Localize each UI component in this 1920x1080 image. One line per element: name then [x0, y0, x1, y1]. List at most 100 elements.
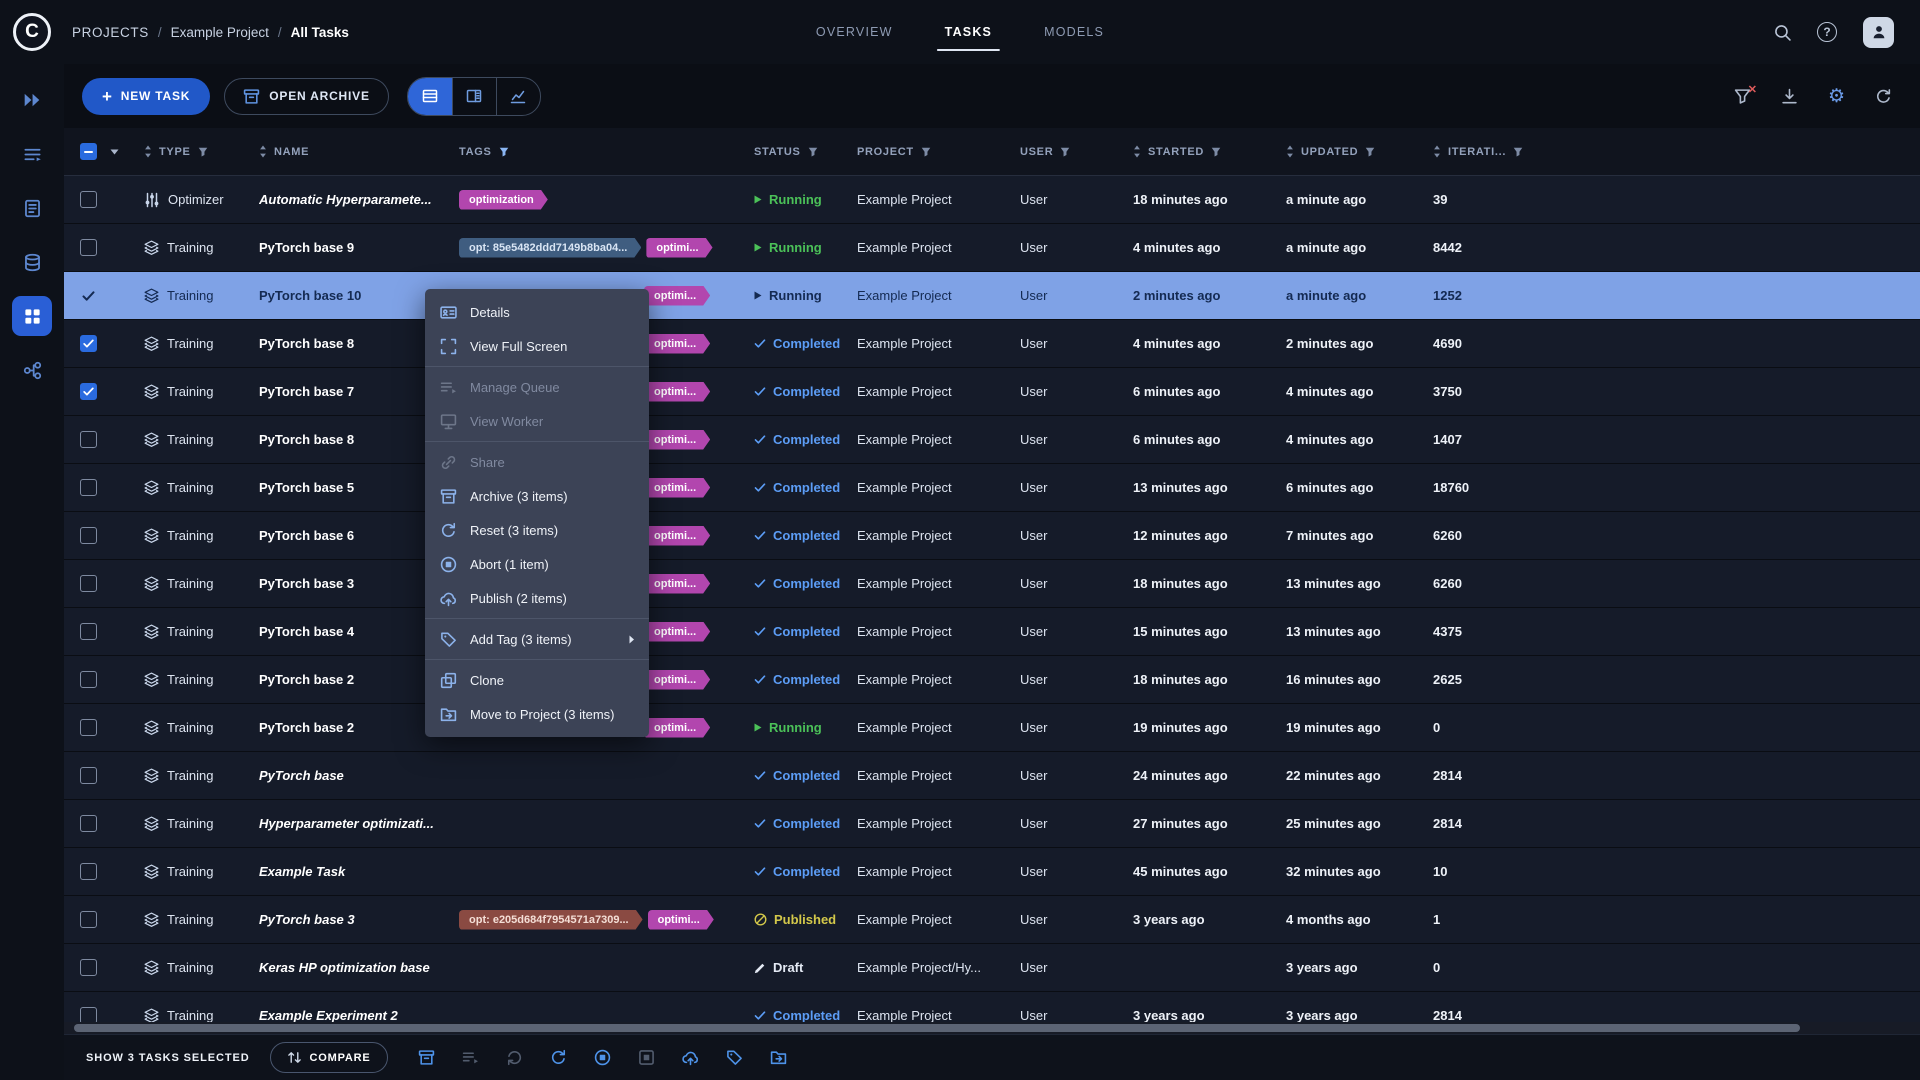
table-row[interactable]: OptimizerAutomatic Hyperparamete...optim…: [64, 176, 1920, 224]
column-header-tags[interactable]: TAGS: [459, 146, 754, 158]
row-checkbox[interactable]: [80, 959, 97, 976]
footer-action-publish[interactable]: [682, 1049, 699, 1066]
compare-button[interactable]: COMPARE: [270, 1042, 388, 1073]
breadcrumb-item-example-project[interactable]: Example Project: [171, 25, 269, 40]
row-checkbox[interactable]: [80, 575, 97, 592]
menu-item-archive-3-items[interactable]: Archive (3 items): [425, 479, 649, 513]
menu-item-publish-2-items[interactable]: Publish (2 items): [425, 581, 649, 615]
task-tag[interactable]: optimi...: [644, 670, 710, 690]
footer-action-move-to-project[interactable]: [770, 1049, 787, 1066]
filter-icon[interactable]: [1365, 147, 1375, 157]
tab-models[interactable]: MODELS: [1018, 0, 1130, 64]
task-tag[interactable]: optimi...: [644, 718, 710, 738]
footer-action-reset[interactable]: [550, 1049, 567, 1066]
column-header-project[interactable]: PROJECT: [857, 146, 1020, 158]
column-header-type[interactable]: TYPE: [144, 145, 259, 158]
table-row[interactable]: TrainingExample Experiment 2CompletedExa…: [64, 992, 1920, 1022]
task-tag[interactable]: optimi...: [644, 478, 710, 498]
table-row[interactable]: TrainingPyTorch base 3opt: e205d684f7954…: [64, 896, 1920, 944]
menu-item-reset-3-items[interactable]: Reset (3 items): [425, 513, 649, 547]
row-checkbox[interactable]: [80, 527, 97, 544]
filter-icon[interactable]: [921, 147, 931, 157]
auto-refresh-icon[interactable]: [1875, 88, 1892, 105]
row-checkbox[interactable]: [80, 335, 97, 352]
task-tag[interactable]: optimi...: [644, 334, 710, 354]
menu-item-add-tag-3-items[interactable]: Add Tag (3 items): [425, 622, 649, 656]
footer-action-add-tag[interactable]: [726, 1049, 743, 1066]
view-mode-split-view[interactable]: [452, 78, 496, 115]
clearml-logo[interactable]: C: [13, 13, 51, 51]
tab-tasks[interactable]: TASKS: [919, 0, 1018, 64]
settings-gear-icon[interactable]: ⚙: [1828, 87, 1845, 106]
filter-icon[interactable]: [198, 147, 208, 157]
sidebar-item-projects[interactable]: [12, 296, 52, 336]
menu-item-details[interactable]: Details: [425, 295, 649, 329]
table-row[interactable]: TrainingPyTorch base 10optimi...RunningE…: [64, 272, 1920, 320]
sidebar-item-launch[interactable]: [12, 80, 52, 120]
filter-icon[interactable]: [1513, 147, 1523, 157]
table-row[interactable]: TrainingPyTorch base 3optimi...Completed…: [64, 560, 1920, 608]
sidebar-item-reports[interactable]: [12, 188, 52, 228]
task-tag[interactable]: optimi...: [644, 622, 710, 642]
row-checkbox[interactable]: [80, 431, 97, 448]
clear-filters-icon[interactable]: ✕: [1734, 88, 1751, 105]
row-checkbox[interactable]: [80, 719, 97, 736]
task-name[interactable]: Example Task: [259, 848, 459, 896]
task-name[interactable]: PyTorch base 3: [259, 896, 459, 944]
task-tag[interactable]: optimi...: [644, 382, 710, 402]
table-row[interactable]: TrainingPyTorch base 8optimi...Completed…: [64, 416, 1920, 464]
sidebar-item-datasets[interactable]: [12, 242, 52, 282]
table-row[interactable]: TrainingPyTorch base 5optimi...Completed…: [64, 464, 1920, 512]
select-all-header[interactable]: [64, 143, 144, 160]
row-checkbox[interactable]: [80, 1007, 97, 1022]
row-checkbox[interactable]: [80, 239, 97, 256]
table-row[interactable]: TrainingPyTorch base 6optimi...Completed…: [64, 512, 1920, 560]
user-avatar[interactable]: [1863, 17, 1894, 48]
row-checkbox[interactable]: [80, 911, 97, 928]
filter-icon[interactable]: [499, 147, 509, 157]
task-name[interactable]: Hyperparameter optimizati...: [259, 800, 459, 848]
search-icon[interactable]: [1774, 24, 1791, 41]
row-checkbox[interactable]: [80, 479, 97, 496]
column-header-started[interactable]: STARTED: [1133, 145, 1286, 158]
task-tag[interactable]: optimi...: [644, 430, 710, 450]
filter-icon[interactable]: [808, 147, 818, 157]
task-tag[interactable]: optimi...: [644, 526, 710, 546]
row-checkbox[interactable]: [80, 191, 97, 208]
menu-item-abort-1-item[interactable]: Abort (1 item): [425, 547, 649, 581]
footer-action-archive[interactable]: [418, 1049, 435, 1066]
task-name[interactable]: Keras HP optimization base: [259, 944, 459, 992]
column-header-name[interactable]: NAME: [259, 145, 459, 158]
task-tag[interactable]: optimi...: [648, 910, 714, 930]
task-tag[interactable]: optimi...: [644, 574, 710, 594]
horizontal-scrollbar[interactable]: [64, 1022, 1920, 1034]
task-name[interactable]: PyTorch base: [259, 752, 459, 800]
column-header-updated[interactable]: UPDATED: [1286, 145, 1433, 158]
row-checkbox[interactable]: [80, 383, 97, 400]
table-row[interactable]: TrainingKeras HP optimization baseDraftE…: [64, 944, 1920, 992]
task-name[interactable]: Example Experiment 2: [259, 992, 459, 1023]
selected-count-text[interactable]: SHOW 3 TASKS SELECTED: [86, 1052, 250, 1064]
filter-icon[interactable]: [1211, 147, 1221, 157]
tab-overview[interactable]: OVERVIEW: [790, 0, 919, 64]
view-mode-chart-view[interactable]: [496, 78, 540, 115]
table-row[interactable]: TrainingPyTorch base 8optimi...Completed…: [64, 320, 1920, 368]
sidebar-item-queues[interactable]: [12, 134, 52, 174]
table-row[interactable]: TrainingPyTorch base 2optimi...Completed…: [64, 656, 1920, 704]
column-header-user[interactable]: USER: [1020, 146, 1133, 158]
chevron-down-icon[interactable]: [110, 149, 119, 155]
select-all-checkbox[interactable]: [80, 143, 97, 160]
column-header-status[interactable]: STATUS: [754, 146, 857, 158]
download-icon[interactable]: [1781, 88, 1798, 105]
sidebar-item-pipelines[interactable]: [12, 350, 52, 390]
table-row[interactable]: TrainingExample TaskCompletedExample Pro…: [64, 848, 1920, 896]
row-checkbox[interactable]: [80, 863, 97, 880]
task-name[interactable]: Automatic Hyperparamete...: [259, 176, 459, 224]
menu-item-view-full-screen[interactable]: View Full Screen: [425, 329, 649, 363]
scrollbar-thumb[interactable]: [74, 1024, 1800, 1032]
task-tag[interactable]: opt: 85e5482ddd7149b8ba04...: [459, 238, 641, 258]
table-row[interactable]: TrainingPyTorch baseCompletedExample Pro…: [64, 752, 1920, 800]
task-tag[interactable]: opt: e205d684f7954571a7309...: [459, 910, 643, 930]
column-header-iterations[interactable]: ITERATI...: [1433, 145, 1563, 158]
task-tag[interactable]: optimi...: [644, 286, 710, 306]
